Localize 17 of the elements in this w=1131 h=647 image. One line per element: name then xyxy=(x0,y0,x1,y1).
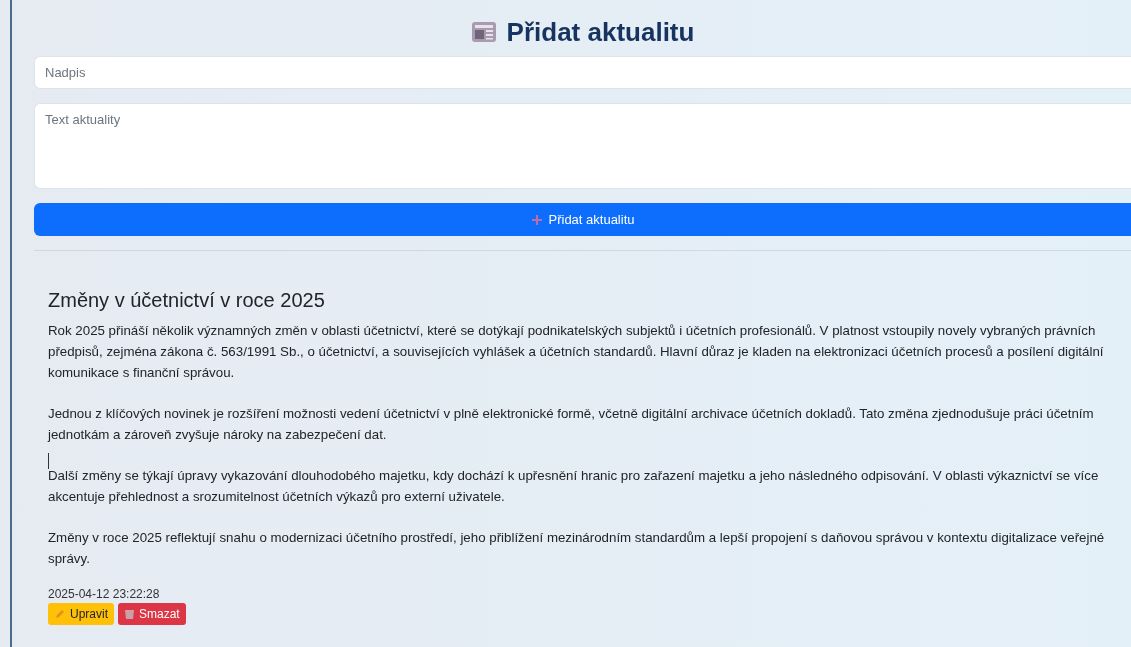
text-cursor xyxy=(48,453,49,469)
text-input-field[interactable]: Text aktuality xyxy=(34,103,1131,189)
news-timestamp: 2025-04-12 23:22:28 xyxy=(48,587,161,601)
title-input-field[interactable]: Nadpis xyxy=(34,56,1131,89)
edit-button[interactable]: Upravit xyxy=(48,603,114,625)
news-paragraph: Jednou z klíčových novinek je rozšíření možnosti vedení účetnictví v plně elektronické formě, včetně digitální archivace účetních dokladů. Tato změna zjednodušuje práci účetním jednotkám a zároveň zvyšuje nároky na zabezpečení dat. xyxy=(48,405,1095,444)
pencil-icon xyxy=(54,608,66,620)
newspaper-icon xyxy=(470,20,497,44)
news-title: Změny v účetnictví v roce 2025 xyxy=(48,289,326,312)
delete-button[interactable]: Smazat xyxy=(118,603,186,625)
news-paragraph: Rok 2025 přináší několik významných změn v oblasti účetnictví, které se dotýkají podnikatelských subjektů i účetních profesionálů. V platnost vstoupily novely vybraných právních předpisů, zejména zákona č. 563/1991 Sb., o účetnictví, a souvisejících vyhlášek a účetních standardů. Hlavní důraz je kladen na elektronizaci účetních procesů a posílení digitální komunikace s finanční správou. xyxy=(48,322,1105,382)
add-news-button[interactable]: Přidat aktualitu xyxy=(34,203,1131,236)
heading-text: Přidat aktualitu xyxy=(506,16,695,48)
trash-icon xyxy=(124,608,135,620)
news-paragraph: Změny v roce 2025 reflektují snahu o modernizaci účetního prostředí, jeho přiblížení mezinárodním standardům a lepší propojení s daňovou správou v kontextu digitalizace veřejné správy. xyxy=(48,529,1106,568)
plus-icon xyxy=(530,213,543,226)
news-paragraph: Další změny se týkají úpravy vykazování dlouhodobého majetku, kdy dochází k upřesnění hranic pro zařazení majetku a jeho následného odpisování. V oblasti výkaznictví se více akcentuje přehlednost a srozumitelnost účetních výkazů pro externí uživatele. xyxy=(48,467,1100,506)
